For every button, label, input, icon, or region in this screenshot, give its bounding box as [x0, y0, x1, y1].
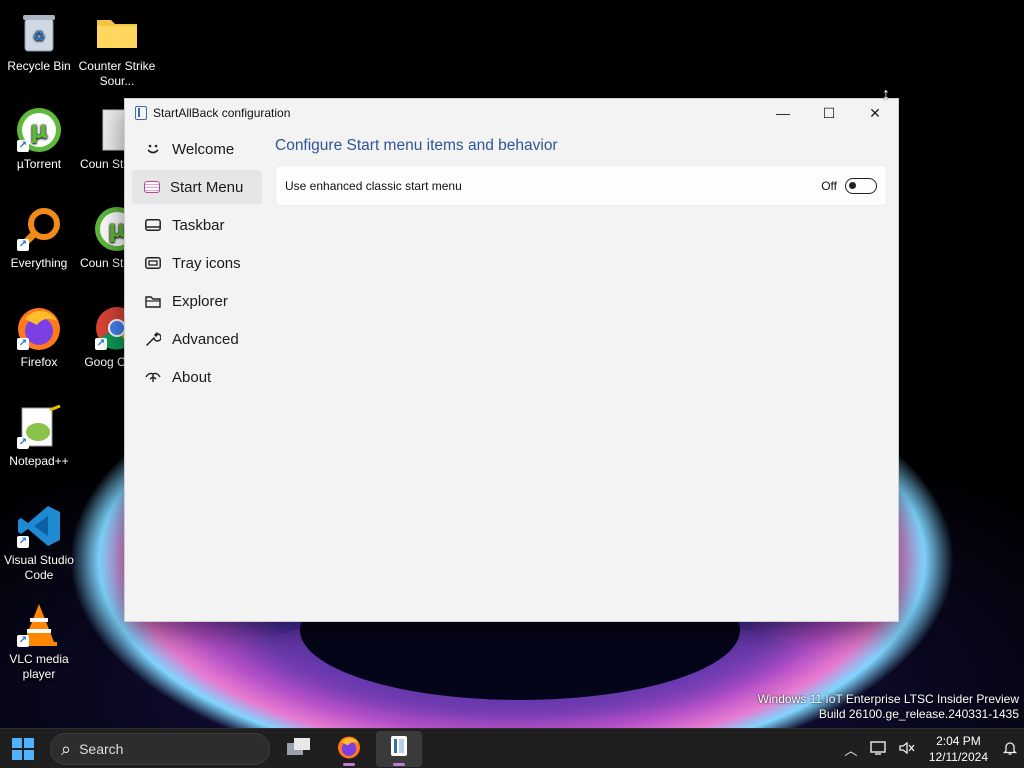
setting-enhanced-classic-start-menu: Use enhanced classic start menu Off — [275, 165, 887, 206]
os-watermark: Windows 11 IoT Enterprise LTSC Insider P… — [758, 692, 1019, 722]
sidebar-item-explorer[interactable]: Explorer — [132, 284, 262, 318]
window-title: StartAllBack configuration — [153, 106, 291, 120]
title-bar[interactable]: StartAllBack configuration — ☐ ✕ — [125, 99, 898, 127]
smiley-icon — [144, 140, 162, 158]
sidebar-item-advanced[interactable]: Advanced — [132, 322, 262, 356]
windows-logo-icon — [12, 738, 34, 760]
taskbar-icon — [144, 216, 162, 234]
setting-label: Use enhanced classic start menu — [285, 178, 462, 193]
taskbar: ⌕ Search ︿ 2:04 PM 12/11/2024 — [0, 728, 1024, 768]
enhanced-classic-start-menu-toggle[interactable] — [845, 177, 877, 194]
sidebar-item-label: Advanced — [172, 330, 239, 348]
utorrent-icon: µ ↗ — [15, 106, 63, 154]
startallback-icon — [389, 735, 409, 764]
taskbar-startallback[interactable] — [376, 731, 422, 767]
minimize-button[interactable]: — — [760, 99, 806, 127]
svg-text:♻: ♻ — [33, 28, 46, 44]
wrench-icon — [144, 330, 162, 348]
desktop-icon-recycle-bin[interactable]: ♻ Recycle Bin — [0, 8, 78, 74]
content-pane: Configure Start menu items and behavior … — [275, 137, 887, 206]
recycle-bin-icon: ♻ — [15, 8, 63, 56]
shortcut-arrow-icon: ↗ — [17, 635, 29, 647]
notepadpp-icon: ↗ — [15, 403, 63, 451]
taskbar-search[interactable]: ⌕ Search — [50, 733, 270, 765]
shortcut-arrow-icon: ↗ — [17, 536, 29, 548]
notifications-bell-icon[interactable] — [996, 740, 1024, 759]
desktop-icon-label: Counter Strike Sour... — [78, 59, 156, 88]
search-icon: ⌕ — [61, 738, 72, 759]
vscode-icon: ↗ — [15, 502, 63, 550]
minimize-icon: — — [776, 105, 790, 121]
desktop-icon-label: Notepad++ — [9, 454, 69, 468]
shortcut-arrow-icon: ↗ — [17, 437, 29, 449]
shortcut-arrow-icon: ↗ — [95, 338, 107, 350]
firefox-icon — [337, 735, 361, 764]
svg-text:µ: µ — [30, 116, 48, 144]
desktop-icon-label: Visual Studio Code — [4, 553, 74, 582]
sidebar-nav: Welcome Start Menu Taskbar Tray icons Ex… — [132, 132, 262, 398]
desktop-icon-counter-strike-folder[interactable]: Counter Strike Sour... — [78, 8, 156, 89]
sidebar-item-label: Welcome — [172, 140, 235, 158]
shortcut-arrow-icon: ↗ — [17, 338, 29, 350]
sidebar-item-label: Start Menu — [170, 178, 244, 196]
clock-time: 2:04 PM — [936, 734, 981, 748]
shortcut-arrow-icon: ↗ — [17, 239, 29, 251]
desktop-icon-label: Recycle Bin — [7, 59, 71, 73]
close-button[interactable]: ✕ — [852, 99, 898, 127]
sidebar-item-taskbar[interactable]: Taskbar — [132, 208, 262, 242]
clock-date: 12/11/2024 — [928, 750, 988, 764]
maximize-button[interactable]: ☐ — [806, 99, 852, 127]
search-label: Search — [79, 741, 124, 757]
close-icon: ✕ — [869, 104, 881, 121]
desktop-icon-label: µTorrent — [16, 157, 62, 171]
desktop-icon-label: VLC media player — [9, 652, 69, 681]
desktop-icon-notepadpp[interactable]: ↗ Notepad++ — [0, 403, 78, 469]
about-icon — [144, 368, 162, 386]
resize-cursor-icon: ↕ — [882, 86, 890, 103]
startallback-window: StartAllBack configuration — ☐ ✕ Welcome… — [124, 98, 899, 622]
watermark-build: Build 26100.ge_release.240331-1435 — [818, 707, 1019, 721]
running-indicator — [393, 763, 405, 766]
desktop-icon-everything[interactable]: ↗ Everything — [0, 205, 78, 271]
show-hidden-icons-chevron-icon[interactable]: ︿ — [837, 740, 865, 759]
sidebar-item-about[interactable]: About — [132, 360, 262, 394]
shortcut-arrow-icon: ↗ — [17, 140, 29, 152]
toggle-knob — [849, 181, 856, 189]
desktop-icon-label: Firefox — [20, 355, 58, 369]
tray-icon — [144, 254, 162, 272]
desktop-icon-vlc[interactable]: ↗ VLC media player — [0, 601, 78, 682]
desktop-icon-vscode[interactable]: ↗ Visual Studio Code — [0, 502, 78, 583]
sidebar-item-label: Taskbar — [172, 216, 225, 234]
vlc-icon: ↗ — [15, 601, 63, 649]
page-title: Configure Start menu items and behavior — [275, 137, 558, 154]
watermark-edition: Windows 11 IoT Enterprise LTSC Insider P… — [757, 692, 1019, 706]
desktop-icon-utorrent[interactable]: µ ↗ µTorrent — [0, 106, 78, 172]
sidebar-item-label: About — [172, 368, 212, 386]
maximize-icon: ☐ — [822, 104, 836, 121]
folder-icon — [144, 292, 162, 310]
task-view-icon — [286, 737, 312, 762]
start-menu-icon — [144, 181, 160, 193]
sidebar-item-start-menu[interactable]: Start Menu — [132, 170, 262, 204]
volume-muted-icon[interactable] — [893, 740, 921, 759]
sidebar-item-label: Explorer — [172, 292, 228, 310]
everything-search-icon: ↗ — [15, 205, 63, 253]
system-tray: ︿ 2:04 PM 12/11/2024 — [837, 729, 1024, 768]
sidebar-item-label: Tray icons — [172, 254, 241, 272]
desktop-icon-label: Everything — [10, 256, 68, 270]
start-button[interactable] — [0, 731, 46, 767]
clock[interactable]: 2:04 PM 12/11/2024 — [929, 733, 988, 765]
taskbar-firefox[interactable] — [326, 731, 372, 767]
task-view-button[interactable] — [276, 731, 322, 767]
sidebar-item-tray-icons[interactable]: Tray icons — [132, 246, 262, 280]
sidebar-item-welcome[interactable]: Welcome — [132, 132, 262, 166]
startallback-app-icon — [135, 106, 147, 120]
toggle-state-label: Off — [821, 178, 837, 193]
folder-icon — [93, 8, 141, 56]
network-icon[interactable] — [865, 740, 893, 759]
desktop-icon-firefox[interactable]: ↗ Firefox — [0, 304, 78, 370]
firefox-icon: ↗ — [15, 304, 63, 352]
running-indicator — [343, 763, 355, 766]
